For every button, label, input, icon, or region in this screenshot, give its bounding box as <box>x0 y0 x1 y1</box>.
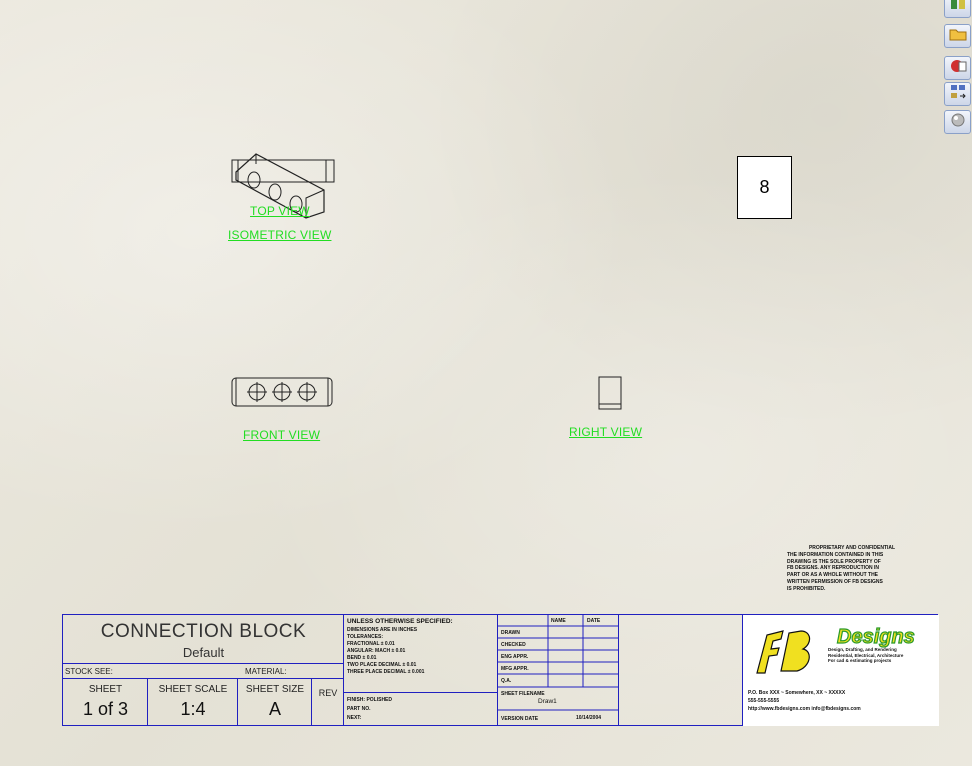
svg-text:Designs: Designs <box>837 626 915 648</box>
tolerance-line: DIMENSIONS ARE IN INCHES <box>347 627 418 633</box>
stock-label: STOCK SEE: <box>65 667 113 676</box>
top-view-label[interactable]: TOP VIEW <box>250 204 310 218</box>
company-contact: P.O. Box XXX ~ Somewhere, XX ~ XXXXX 555… <box>748 689 861 713</box>
open-folder-icon <box>949 27 967 46</box>
front-view-drawing[interactable] <box>230 376 336 410</box>
view-palette-icon <box>950 0 966 15</box>
open-folder-button[interactable] <box>944 24 971 48</box>
recent-documents-button[interactable] <box>944 56 971 80</box>
version-date-value: 10/14/2004 <box>576 715 602 721</box>
tolerance-line: TOLERANCES: <box>347 634 384 640</box>
tolerance-line: THREE PLACE DECIMAL ± 0.001 <box>347 669 425 675</box>
version-date-label: VERSION DATE <box>501 716 539 722</box>
sheet-filename-value: Draw1 <box>538 698 557 705</box>
proprietary-note: PROPRIETARY AND CONFIDENTIAL THE INFORMA… <box>787 545 937 593</box>
stock-material-row: STOCK SEE: MATERIAL: <box>63 664 344 679</box>
appearances-icon <box>950 112 966 133</box>
contact-web: http://www.fbdesigns.com info@fbdesigns.… <box>748 706 861 712</box>
proprietary-line: DRAWING IS THE SOLE PROPERTY OF <box>787 558 881 565</box>
contact-address: P.O. Box XXX ~ Somewhere, XX ~ XXXXX <box>748 690 846 696</box>
appearances-button[interactable] <box>944 110 971 134</box>
next-line: NEXT: <box>347 715 362 721</box>
company-logo-cell: Designs Design, Drafting, and Rendering … <box>743 615 939 726</box>
design-library-icon <box>950 84 966 105</box>
approval-name-header: NAME <box>551 618 566 624</box>
proprietary-line: IS PROHIBITED. <box>787 585 826 592</box>
approval-row-eng: ENG APPR. <box>501 654 529 660</box>
title-block: CONNECTION BLOCK Default STOCK SEE: MATE… <box>62 614 939 726</box>
tolerance-line: ANGULAR: MACH ± 0.01 <box>347 648 406 654</box>
tolerance-line: TWO PLACE DECIMAL ± 0.01 <box>347 662 417 668</box>
tolerance-heading: UNLESS OTHERWISE SPECIFIED: <box>347 618 453 625</box>
approval-date-header: DATE <box>587 618 601 624</box>
recent-documents-icon <box>949 58 967 79</box>
title-cell: CONNECTION BLOCK Default <box>63 615 344 664</box>
approval-row-mfg: MFG APPR. <box>501 666 529 672</box>
isometric-view-label[interactable]: ISOMETRIC VIEW <box>228 228 331 242</box>
scale-cell: SHEET SCALE 1:4 <box>148 679 238 726</box>
blank-notes-cell <box>619 615 743 726</box>
design-library-button[interactable] <box>944 82 971 106</box>
proprietary-line: PART OR AS A WHOLE WITHOUT THE <box>787 572 879 579</box>
approval-row-qa: Q.A. <box>501 678 512 684</box>
right-view-drawing[interactable] <box>596 374 626 412</box>
proprietary-heading: PROPRIETARY AND CONFIDENTIAL <box>808 545 896 551</box>
front-view-label[interactable]: FRONT VIEW <box>243 428 320 442</box>
view-palette-button[interactable] <box>944 0 971 18</box>
sheet-label: SHEET <box>88 684 123 695</box>
finish-line: FINISH: POLISHED <box>347 697 393 703</box>
tagline-line: For cad & estimating projects <box>828 658 892 663</box>
drawing-title: CONNECTION BLOCK <box>100 621 307 642</box>
proprietary-line: FB DESIGNS. ANY REPRODUCTION IN <box>787 565 879 572</box>
configuration-name: Default <box>182 645 225 660</box>
tolerance-line: FRACTIONAL ± 0.01 <box>347 641 395 647</box>
tagline-line: Design, Drafting, and Rendering <box>828 647 897 652</box>
rev-cell: REV <box>312 679 344 726</box>
sheet-value: 1 of 3 <box>82 699 129 719</box>
sheet-number-badge: 8 <box>737 156 792 219</box>
contact-phone: 555-555-5555 <box>748 698 780 704</box>
scale-value: 1:4 <box>180 699 206 719</box>
proprietary-line: THE INFORMATION CONTAINED IN THIS <box>787 551 884 558</box>
material-label: MATERIAL: <box>245 667 287 676</box>
tolerance-line: BEND ± 0.01 <box>347 655 377 661</box>
approval-row-drawn: DRAWN <box>501 630 520 636</box>
size-label: SHEET SIZE <box>245 684 305 695</box>
proprietary-line: WRITTEN PERMISSION OF FB DESIGNS <box>787 578 883 585</box>
sheet-filename-label: SHEET FILENAME <box>501 691 545 697</box>
part-number-line: PART NO. <box>347 706 371 712</box>
tolerance-cell: UNLESS OTHERWISE SPECIFIED: DIMENSIONS A… <box>344 615 498 693</box>
size-value: A <box>268 699 281 719</box>
approval-row-checked: CHECKED <box>501 642 526 648</box>
scale-label: SHEET SCALE <box>158 684 228 695</box>
size-cell: SHEET SIZE A <box>238 679 312 726</box>
rev-label: REV <box>318 688 338 698</box>
company-tagline: Design, Drafting, and Rendering Resident… <box>828 647 903 664</box>
right-view-label[interactable]: RIGHT VIEW <box>569 425 642 439</box>
approval-grid: NAME DATE DRAWN CHECKED ENG APPR. MFG AP… <box>498 615 619 726</box>
finish-cell: FINISH: POLISHED PART NO. NEXT: <box>344 693 498 726</box>
sheet-cell: SHEET 1 of 3 <box>63 679 148 726</box>
